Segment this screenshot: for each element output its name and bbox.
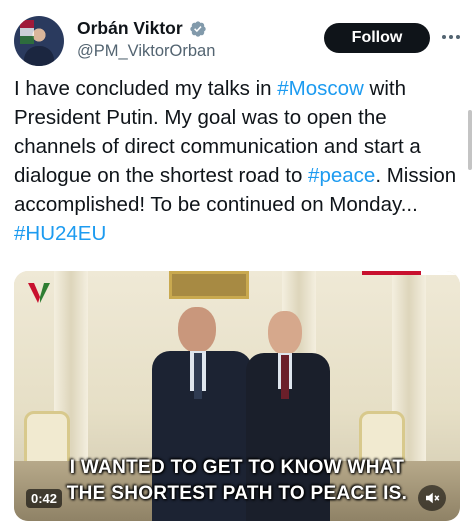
scrollbar[interactable]	[468, 110, 472, 170]
video-painting	[169, 271, 249, 299]
video-player[interactable]: I WANTED TO GET TO KNOW WHAT THE SHORTES…	[14, 271, 460, 521]
tweet-header: Orbán Viktor @PM_ViktorOrban Follow	[14, 14, 460, 66]
video-caption-line2: THE SHORTEST PATH TO PEACE IS.	[66, 483, 408, 504]
hashtag-link[interactable]: #peace	[308, 164, 375, 187]
v-logo-icon	[28, 283, 50, 303]
author-name-row: Orbán Viktor	[77, 18, 207, 39]
hashtag-link[interactable]: #HU24EU	[14, 222, 106, 245]
more-options-icon[interactable]	[440, 26, 462, 48]
tweet-text-segment: I have concluded my talks in	[14, 77, 278, 100]
author-handle[interactable]: @PM_ViktorOrban	[77, 42, 215, 61]
verified-badge-icon	[190, 20, 206, 37]
follow-button[interactable]: Follow	[324, 23, 430, 53]
video-flag-stripe	[362, 271, 460, 275]
tweet-text: I have concluded my talks in #Moscow wit…	[14, 74, 466, 248]
video-caption-line1: I WANTED TO GET TO KNOW WHAT	[69, 457, 405, 478]
avatar-figure	[24, 46, 54, 66]
avatar[interactable]	[14, 16, 64, 66]
avatar-flag	[20, 20, 34, 44]
hashtag-link[interactable]: #Moscow	[277, 77, 364, 100]
author-name[interactable]: Orbán Viktor	[77, 18, 183, 39]
muted-speaker-icon[interactable]	[418, 485, 446, 511]
video-timestamp: 0:42	[26, 489, 63, 508]
